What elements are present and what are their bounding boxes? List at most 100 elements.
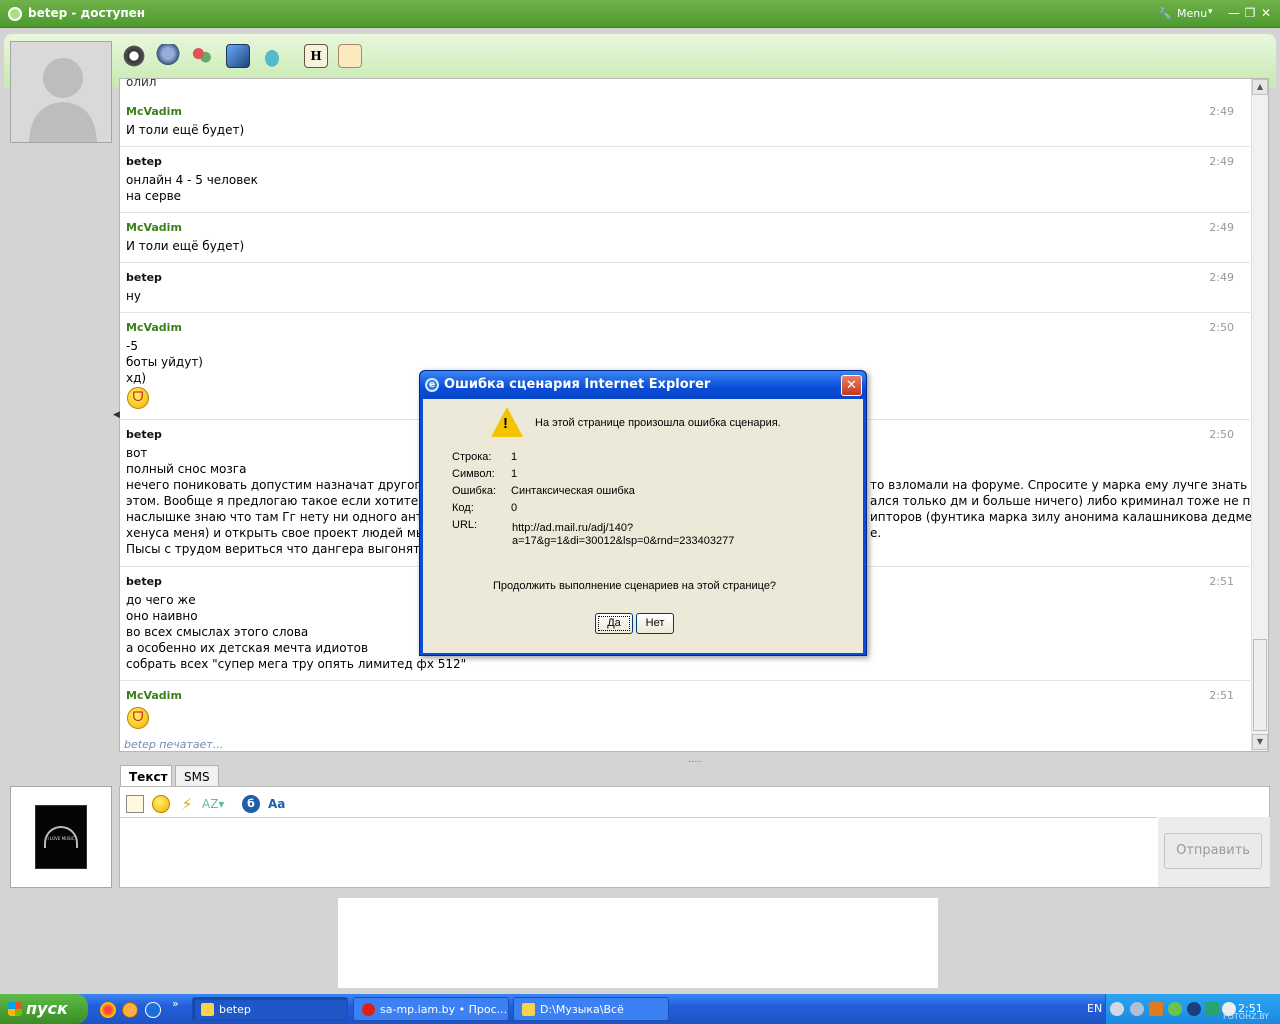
- collapse-arrow-icon[interactable]: ◀: [113, 410, 120, 420]
- contact-card-icon[interactable]: [338, 44, 362, 68]
- network-icon[interactable]: [1187, 1002, 1201, 1016]
- warning-exclamation: !: [503, 415, 508, 432]
- message-author: betep: [126, 271, 162, 284]
- message-line: во всех смыслах этого слова: [126, 625, 309, 639]
- yes-button[interactable]: Да: [595, 613, 633, 634]
- contact-avatar[interactable]: [10, 41, 112, 143]
- smiley-picker-icon[interactable]: [152, 795, 170, 813]
- windows-icon[interactable]: [226, 44, 250, 68]
- message-line: собрать всех "супер мега тру опять лимит…: [126, 657, 467, 671]
- message-line: боты уйдут): [126, 355, 203, 369]
- chat-message: McVadim 2:51 ᗜ: [120, 681, 1250, 737]
- message-line: полный снос мозга: [126, 462, 247, 476]
- row-label: URL:: [452, 519, 478, 531]
- message-line: оно наивно: [126, 609, 198, 623]
- laughing-smiley-icon: ᗜ: [127, 707, 149, 729]
- history-icon[interactable]: H: [304, 44, 328, 68]
- menu-button[interactable]: Menu: [1177, 7, 1207, 20]
- wrench-icon[interactable]: 🔧: [1158, 7, 1172, 20]
- user-silhouette-icon: [29, 58, 97, 142]
- message-line-fragment: ался только дм и больше ничего) либо кри…: [870, 494, 1258, 508]
- dialog-titlebar[interactable]: e Ошибка сценария Internet Explorer: [420, 371, 866, 399]
- url-value: http://ad.mail.ru/adj/140?: [512, 522, 634, 534]
- nudge-icon[interactable]: ⚡: [178, 795, 196, 813]
- message-input[interactable]: [120, 817, 1157, 887]
- tray-monitor-icon[interactable]: [1205, 1002, 1219, 1016]
- composer: ⚡ AZ▾ б Aa Отправить: [119, 786, 1270, 888]
- dialog-message: На этой странице произошла ошибка сценар…: [535, 417, 781, 429]
- maximize-button[interactable]: ❐: [1242, 5, 1258, 21]
- minimize-button[interactable]: —: [1226, 5, 1242, 21]
- message-time: 2:49: [1209, 221, 1234, 234]
- spellcheck-icon[interactable]: б: [242, 795, 260, 813]
- splitter-handle[interactable]: .....: [688, 755, 702, 765]
- contacts-icon[interactable]: [190, 44, 214, 68]
- tray-app-icon[interactable]: [1149, 1002, 1163, 1016]
- message-line-fragment: е.: [870, 526, 882, 540]
- opera-icon: [362, 1003, 375, 1016]
- volume-icon[interactable]: [1130, 1002, 1144, 1016]
- message-time: 2:50: [1209, 321, 1234, 334]
- quicklaunch-icon[interactable]: [145, 1002, 161, 1018]
- internet-explorer-icon: e: [425, 378, 439, 392]
- font-icon[interactable]: Aa: [268, 795, 290, 813]
- message-line: Пысы с трудом вериться что дангера выгон…: [126, 542, 424, 556]
- message-line: до чего же: [126, 593, 196, 607]
- dialog-body: ! На этой странице произошла ошибка сцен…: [423, 399, 863, 653]
- message-line: на серве: [126, 189, 182, 203]
- taskbar: пуск » betep sa-mp.iam.by • Прос... D:\М…: [0, 994, 1280, 1024]
- icq-tray-icon[interactable]: [1168, 1002, 1182, 1016]
- task-button[interactable]: betep: [192, 997, 348, 1021]
- message-time: 2:49: [1209, 271, 1234, 284]
- chat-scrollbar[interactable]: ▲ ▼: [1251, 79, 1268, 751]
- close-button[interactable]: ✕: [1258, 5, 1274, 21]
- language-indicator[interactable]: EN: [1087, 1002, 1102, 1015]
- message-time: 2:51: [1209, 575, 1234, 588]
- task-button[interactable]: D:\Музыка\Всё: [513, 997, 669, 1021]
- ad-banner[interactable]: [338, 898, 938, 988]
- folder-icon: [522, 1003, 535, 1016]
- message-time: 2:49: [1209, 155, 1234, 168]
- webcam-icon[interactable]: [122, 44, 146, 68]
- tray-arrow-icon[interactable]: [1110, 1002, 1124, 1016]
- tab-sms[interactable]: SMS: [175, 765, 219, 787]
- message-line: хенуса меня) и открыть свое проект людей…: [126, 526, 444, 540]
- my-avatar[interactable]: I LOVE MUSIC: [10, 786, 112, 888]
- dialog-title: Ошибка сценария Internet Explorer: [444, 377, 711, 392]
- message-line: хд): [126, 371, 147, 385]
- scroll-up-button[interactable]: ▲: [1252, 79, 1268, 95]
- watermark: FOTOHZ.BY: [1223, 1012, 1270, 1021]
- file-transfer-icon[interactable]: [126, 795, 144, 813]
- dialog-close-button[interactable]: ✕: [841, 375, 862, 396]
- quicklaunch-more-icon[interactable]: »: [172, 997, 179, 1010]
- microphone-icon[interactable]: [156, 44, 180, 68]
- firefox-icon[interactable]: [100, 1002, 116, 1018]
- row-label: Ошибка:: [452, 485, 497, 497]
- message-author: McVadim: [126, 689, 182, 702]
- scroll-down-button[interactable]: ▼: [1252, 734, 1268, 750]
- my-avatar-image: I LOVE MUSIC: [35, 805, 87, 869]
- message-time: 2:51: [1209, 689, 1234, 702]
- message-line-fragment: ипторов (фунтика марка зилу анонима кала…: [870, 510, 1268, 524]
- start-button[interactable]: пуск: [0, 994, 88, 1024]
- row-value: 1: [511, 468, 518, 480]
- translit-icon[interactable]: AZ▾: [202, 795, 230, 813]
- scroll-thumb[interactable]: [1253, 639, 1267, 731]
- start-label: пуск: [26, 999, 68, 1018]
- send-button[interactable]: Отправить: [1164, 833, 1262, 869]
- task-label: betep: [219, 1003, 251, 1016]
- message-line: вот: [126, 446, 148, 460]
- task-button[interactable]: sa-mp.iam.by • Прос...: [353, 997, 509, 1021]
- dialog-question: Продолжить выполнение сценариев на этой …: [493, 580, 777, 592]
- icq-flower-icon: [8, 7, 22, 21]
- chat-message: McVadim 2:49 И толи ещё будет): [120, 97, 1250, 147]
- row-value: 1: [511, 451, 518, 463]
- message-line: -5: [126, 339, 138, 353]
- tab-text[interactable]: Текст: [120, 765, 172, 787]
- no-button[interactable]: Нет: [636, 613, 674, 634]
- info-icon[interactable]: [122, 1002, 138, 1018]
- windows-logo-icon: [8, 1002, 22, 1016]
- chevron-down-icon[interactable]: ▾: [1208, 7, 1213, 17]
- typing-indicator: betep печатает...: [124, 738, 224, 751]
- gamepad-icon[interactable]: [260, 44, 284, 68]
